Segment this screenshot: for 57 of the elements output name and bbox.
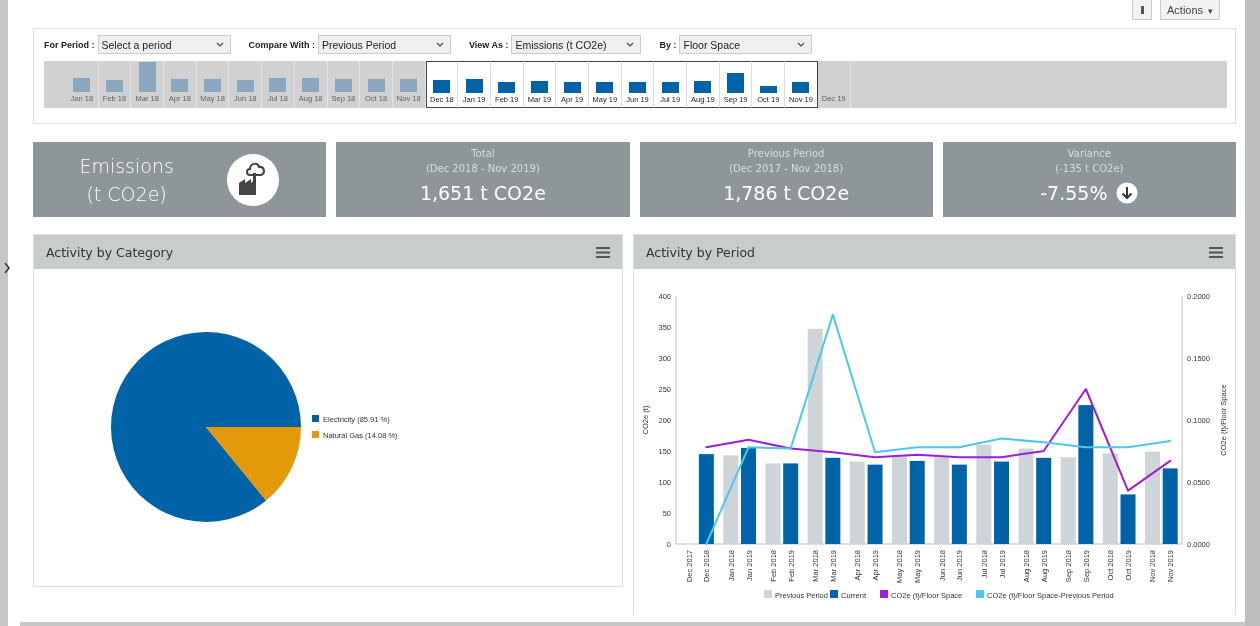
bar-icon — [1140, 5, 1144, 14]
card-value: 1,651 t CO2e — [419, 182, 546, 204]
card-subtitle: (-135 t CO2e) — [1055, 162, 1124, 176]
expand-chevron-icon[interactable] — [3, 262, 11, 274]
month-bar — [138, 62, 156, 92]
filter-label: View As : — [468, 39, 509, 50]
month-bar — [530, 81, 548, 93]
month-bar — [106, 80, 124, 92]
month-bar — [269, 78, 287, 92]
card-subtitle: (Dec 2017 - Nov 2018) — [729, 162, 844, 176]
card-subtitle: (Dec 2018 - Nov 2019) — [425, 162, 540, 176]
dropdown[interactable]: Floor Space — [679, 35, 813, 54]
chevron-down-icon — [626, 42, 635, 47]
menu-icon[interactable] — [596, 246, 610, 258]
dropdown[interactable]: Emissions (t CO2e) — [511, 35, 642, 54]
month-bar — [302, 78, 320, 92]
month-bar — [498, 82, 516, 93]
month-bar — [73, 78, 91, 92]
actions-button[interactable]: Actions ▾ — [1160, 0, 1220, 20]
filter-label: Compare With : — [248, 39, 315, 50]
card-value: -7.55% — [1040, 182, 1108, 204]
month-bar — [367, 79, 385, 92]
month-bar — [694, 81, 712, 93]
month-bar — [563, 82, 581, 93]
filter-label: By : — [659, 39, 677, 50]
month-bar — [236, 80, 254, 92]
menu-icon[interactable] — [1209, 246, 1223, 258]
chevron-down-icon — [435, 42, 444, 47]
card-title: Emissions — [79, 154, 174, 177]
month-bar — [792, 82, 810, 93]
toolbar-button[interactable] — [1132, 0, 1152, 20]
month-bar — [171, 79, 189, 92]
panel-title: Activity by Period — [646, 244, 755, 260]
month-bar — [433, 80, 451, 93]
month-bar — [661, 82, 679, 93]
month-bar — [596, 82, 614, 93]
dropdown[interactable]: Select a period — [97, 35, 231, 54]
chart-bar — [1120, 494, 1136, 544]
factory-cloud-icon — [225, 152, 280, 207]
chevron-down-icon — [797, 42, 806, 47]
month-bar — [629, 82, 647, 93]
card-title: Total — [471, 147, 495, 161]
card-title: Variance — [1067, 147, 1111, 161]
dropdown[interactable]: Previous Period — [317, 35, 451, 54]
scrollbar[interactable] — [1245, 0, 1260, 626]
card-value: 1,786 t CO2e — [723, 182, 850, 204]
card-subtitle: (t CO2e) — [86, 182, 167, 205]
card-title: Previous Period — [747, 147, 825, 161]
filter-label: For Period : — [44, 39, 95, 50]
month-bar — [334, 79, 352, 92]
month-bar — [400, 79, 418, 92]
month-bar — [759, 86, 777, 93]
month-bar — [727, 73, 745, 93]
chevron-down-icon — [215, 42, 224, 47]
month-bar — [465, 79, 483, 93]
panel-title: Activity by Category — [46, 244, 174, 260]
month-bar — [204, 79, 222, 92]
